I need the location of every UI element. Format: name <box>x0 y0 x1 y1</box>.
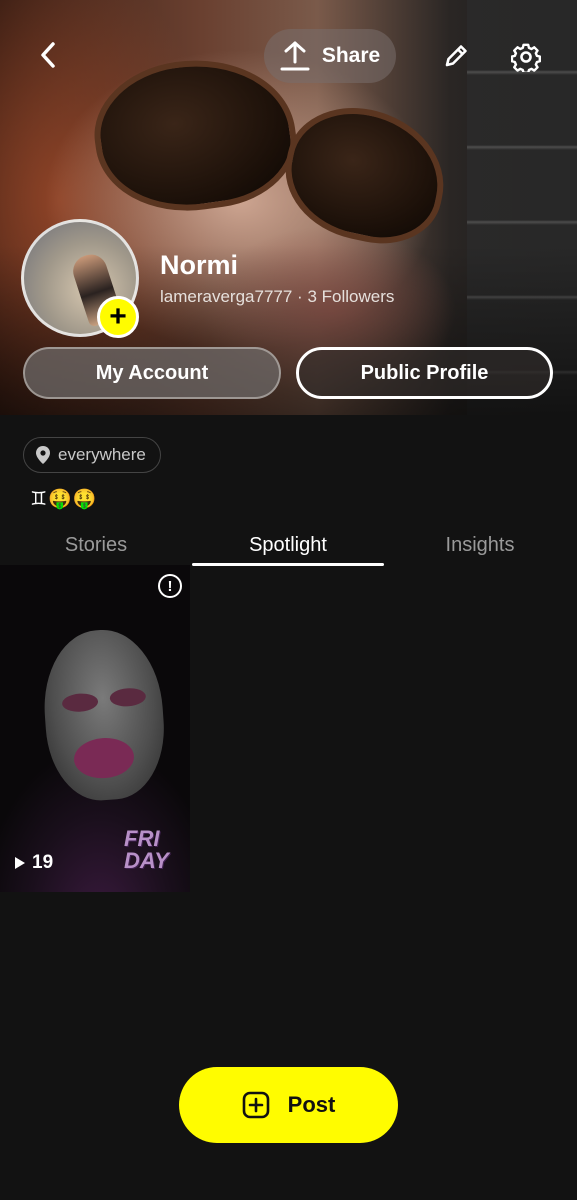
mask-mouth <box>72 736 136 781</box>
separator-dot: · <box>297 287 303 306</box>
profile-subline: lameraverga7777 · 3 Followers <box>160 287 394 307</box>
followers-count[interactable]: 3 Followers <box>307 287 394 306</box>
gear-icon <box>511 43 541 72</box>
friday-sticker: FRI DAY <box>122 822 184 882</box>
profile-tabs: Stories Spotlight Insights <box>0 527 577 567</box>
view-count-value: 19 <box>32 852 54 873</box>
mask-eye-right <box>109 687 147 708</box>
mask-eye-left <box>61 692 99 713</box>
plus-icon: + <box>109 300 127 333</box>
display-name: Normi <box>160 250 239 280</box>
alert-symbol: ! <box>167 577 173 595</box>
add-story-button[interactable]: + <box>97 296 139 338</box>
upload-icon <box>280 41 310 71</box>
tab-spotlight[interactable]: Spotlight <box>192 527 384 565</box>
view-count: 19 <box>14 852 53 874</box>
tab-stories[interactable]: Stories <box>0 527 192 565</box>
add-square-icon <box>242 1091 269 1119</box>
ski-mask-image <box>39 626 169 804</box>
pencil-icon <box>445 45 467 67</box>
location-label: everywhere <box>58 445 146 464</box>
edit-profile-button[interactable] <box>436 36 476 76</box>
sticker-text: FRI DAY <box>124 826 169 873</box>
chevron-left-icon <box>41 42 55 68</box>
bio-emojis: ♊🤑🤑 <box>30 489 98 510</box>
active-tab-indicator <box>192 563 384 566</box>
post-button[interactable]: Post <box>179 1067 398 1143</box>
share-label: Share <box>321 44 381 67</box>
public-profile-label: Public Profile <box>360 361 489 384</box>
play-icon <box>15 857 25 869</box>
username: lameraverga7777 <box>160 287 293 306</box>
sunglasses-right-lens <box>273 94 457 256</box>
public-profile-button[interactable]: Public Profile <box>296 347 553 399</box>
tab-insights[interactable]: Insights <box>384 527 576 565</box>
alert-icon[interactable]: ! <box>158 574 182 598</box>
my-account-label: My Account <box>95 361 209 384</box>
location-pin-icon <box>36 446 50 464</box>
post-label: Post <box>287 1092 336 1117</box>
back-button[interactable] <box>26 33 70 77</box>
settings-button[interactable] <box>505 36 547 78</box>
location-chip[interactable]: everywhere <box>23 437 161 473</box>
share-button[interactable]: Share <box>264 29 396 83</box>
my-account-button[interactable]: My Account <box>23 347 281 399</box>
